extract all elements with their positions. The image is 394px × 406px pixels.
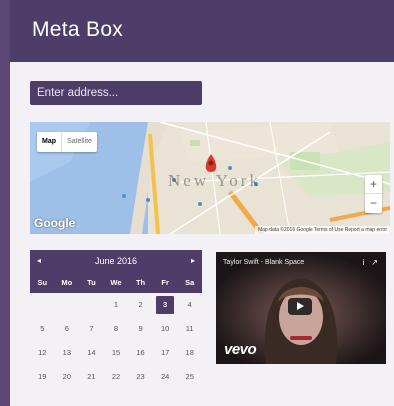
header-bar: Meta Box: [10, 0, 394, 62]
calendar-header: ◂ June 2016 ▸: [30, 250, 202, 272]
calendar-day[interactable]: 6: [55, 317, 80, 341]
map-attribution[interactable]: Map data ©2016 Google Terms of Use Repor…: [255, 226, 390, 234]
calendar-day[interactable]: 1: [104, 293, 129, 317]
google-logo: Google: [34, 216, 76, 230]
calendar-day[interactable]: 4: [177, 293, 202, 317]
calendar-weekday: Sa: [185, 278, 195, 287]
map-type-satellite[interactable]: Satellite: [61, 132, 97, 152]
calendar-day-selected[interactable]: 3: [155, 296, 175, 314]
calendar-weekday: Fr: [161, 278, 169, 287]
calendar-day[interactable]: 10: [153, 317, 178, 341]
calendar-day[interactable]: 19: [30, 365, 55, 389]
map-type-map[interactable]: Map: [37, 132, 61, 152]
calendar-weekday: Tu: [87, 278, 96, 287]
calendar-day[interactable]: 8: [104, 317, 129, 341]
next-month-icon[interactable]: ▸: [191, 250, 195, 272]
calendar-day[interactable]: 24: [153, 365, 178, 389]
calendar-day[interactable]: 5: [30, 317, 55, 341]
video-player[interactable]: Taylor Swift - Blank Space i ↗ vevo: [216, 252, 386, 364]
address-input[interactable]: [30, 81, 202, 105]
video-title: Taylor Swift - Blank Space: [223, 259, 305, 266]
calendar-day: [79, 293, 104, 317]
play-button[interactable]: [288, 298, 312, 315]
map-type-control[interactable]: Map Satellite: [37, 132, 97, 152]
calendar-weekday: Th: [135, 278, 146, 287]
calendar-weekdays: Su Mo Tu We Th Fr Sa: [30, 272, 202, 293]
calendar-day[interactable]: 14: [79, 341, 104, 365]
calendar-day: [30, 293, 55, 317]
calendar-day: [55, 293, 80, 317]
calendar-day[interactable]: 25: [177, 365, 202, 389]
map-city-label: New York: [168, 171, 261, 190]
calendar-days: 1 2 3 4 5 6 7 8 9 10 11 12 13 14 15 16 17 18 19 20 21 22 23 24 2…: [30, 293, 202, 389]
calendar-day[interactable]: 16: [128, 341, 153, 365]
vevo-watermark: vevo: [224, 341, 257, 358]
calendar-day[interactable]: 7: [79, 317, 104, 341]
map-widget[interactable]: Map Satellite New York + − Google Map da…: [30, 122, 390, 234]
calendar-day[interactable]: 21: [79, 365, 104, 389]
calendar-day[interactable]: 23: [128, 365, 153, 389]
calendar-day[interactable]: 9: [128, 317, 153, 341]
calendar-day[interactable]: 18: [177, 341, 202, 365]
calendar-day[interactable]: 13: [55, 341, 80, 365]
zoom-out-button[interactable]: −: [365, 194, 382, 212]
zoom-control[interactable]: + −: [365, 175, 382, 213]
calendar-day[interactable]: 22: [104, 365, 129, 389]
calendar-weekday: Su: [37, 278, 48, 287]
calendar-day[interactable]: 11: [177, 317, 202, 341]
calendar-weekday: We: [110, 278, 122, 287]
calendar-day[interactable]: 15: [104, 341, 129, 365]
calendar-day[interactable]: 2: [128, 293, 153, 317]
calendar-month-label: June 2016: [94, 256, 138, 266]
info-icon[interactable]: i: [363, 258, 365, 267]
calendar-day[interactable]: 17: [153, 341, 178, 365]
prev-month-icon[interactable]: ◂: [37, 250, 41, 272]
share-icon[interactable]: ↗: [371, 258, 378, 267]
calendar-day[interactable]: 12: [30, 341, 55, 365]
calendar-weekday: Mo: [61, 278, 73, 287]
calendar-widget: ◂ June 2016 ▸ Su Mo Tu We Th Fr Sa 1 2 3 4 5 6 7 8 9 10…: [30, 250, 202, 392]
zoom-in-button[interactable]: +: [365, 175, 382, 194]
page-title: Meta Box: [32, 18, 124, 41]
calendar-day[interactable]: 20: [55, 365, 80, 389]
